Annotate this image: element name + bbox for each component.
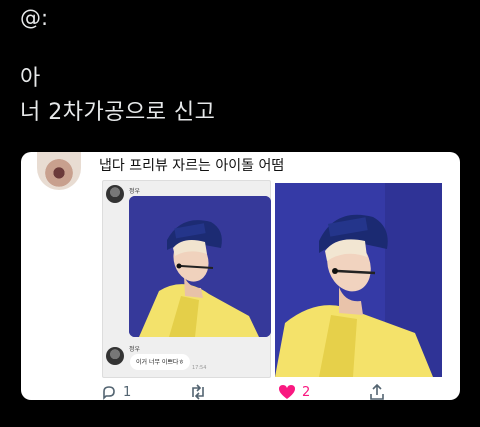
reply-button[interactable]: 1 (101, 384, 131, 400)
chat-sender-name: 정우 (129, 188, 141, 195)
quoted-tweet-card[interactable]: 냅다 프리뷰 자르는 아이돌 어떰 정우 정우 이거 너무 이쁘다ㅎ 17:54… (21, 152, 460, 400)
retweet-button[interactable] (189, 384, 207, 400)
tweet-text-line2: 너 2차가공으로 신고 (20, 100, 216, 125)
chat-screenshot-image[interactable]: 정우 정우 이거 너무 이쁘다ㅎ 17:54 (102, 180, 271, 378)
like-count: 2 (302, 384, 311, 400)
heart-icon (279, 385, 295, 399)
chat-message-bubble: 이거 너무 이쁘다ㅎ (130, 354, 190, 370)
idol-photo-illustration (129, 196, 271, 337)
quoted-author-avatar[interactable] (37, 152, 81, 190)
chat-sender-name-2: 정우 (129, 346, 141, 353)
tweet-action-bar: 1 2 (21, 384, 460, 400)
retweet-icon (192, 384, 204, 400)
chat-photo (129, 196, 271, 337)
chat-avatar-2 (106, 347, 124, 365)
share-button[interactable] (369, 384, 385, 400)
reply-count: 1 (123, 384, 132, 400)
share-icon (370, 384, 384, 400)
like-button[interactable]: 2 (278, 384, 310, 400)
tweet-handle[interactable]: @: (20, 6, 48, 30)
idol-photo-large-illustration (275, 183, 442, 377)
chat-avatar (106, 185, 124, 203)
quoted-tweet-text: 냅다 프리뷰 자르는 아이돌 어떰 (99, 158, 285, 174)
chat-timestamp: 17:54 (192, 365, 207, 371)
idol-preview-image[interactable] (275, 183, 442, 377)
reply-icon (103, 386, 115, 400)
tweet-text-line1: 아 (20, 66, 41, 91)
